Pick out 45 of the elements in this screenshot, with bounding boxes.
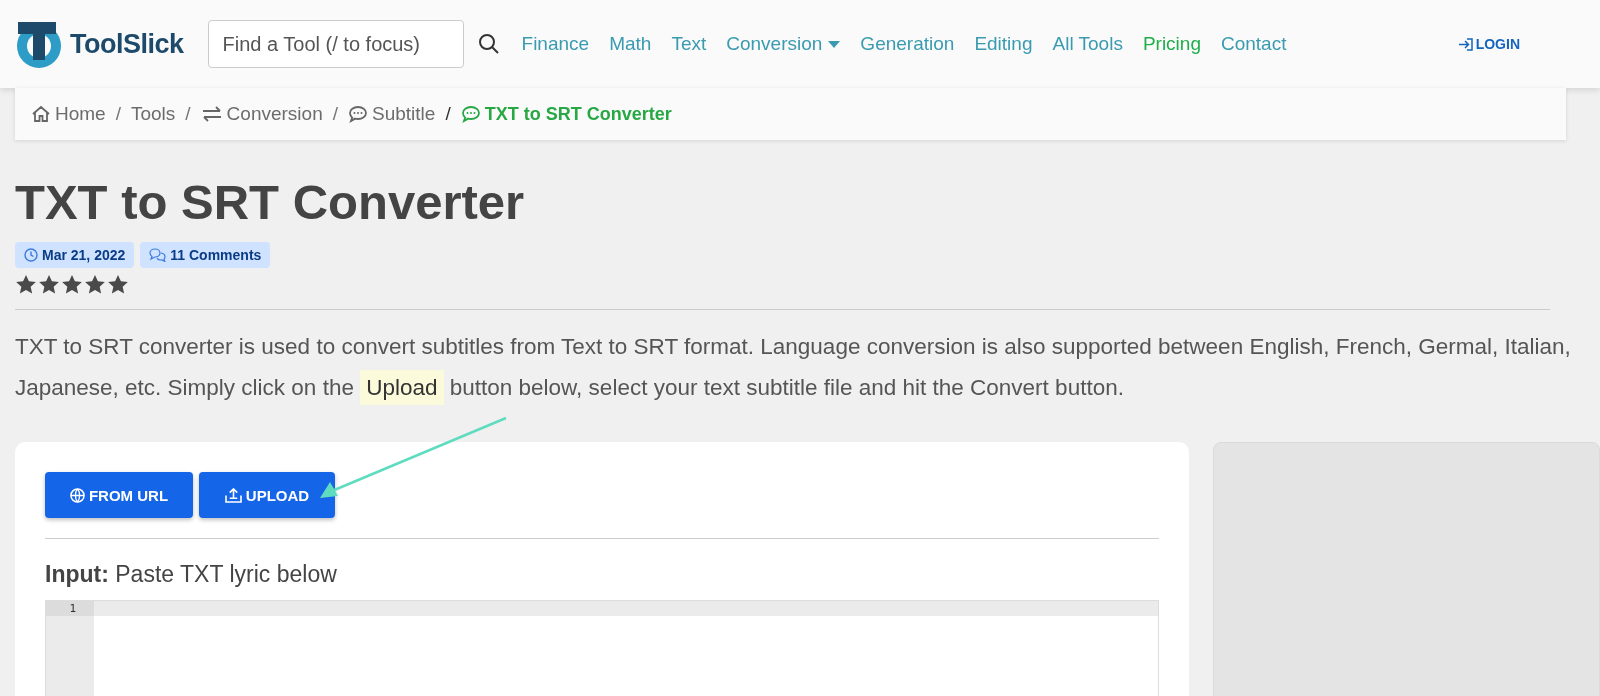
breadcrumb-link[interactable]: Tools [130, 103, 176, 125]
comment-icon [460, 105, 481, 123]
nav-link[interactable]: Text [671, 33, 707, 55]
star-icon [84, 274, 106, 295]
star-icon [107, 274, 129, 295]
star-icon [38, 274, 60, 295]
exchange-icon [200, 105, 223, 123]
line-number: 1 [46, 601, 94, 616]
nav-link[interactable]: Finance [521, 33, 590, 55]
nav-link[interactable]: Conversion [726, 33, 841, 55]
upload-button[interactable]: UPLOAD [199, 472, 335, 518]
comment-icon [348, 105, 368, 123]
text-editor[interactable]: 1 [45, 600, 1159, 696]
breadcrumb-separator: / [332, 103, 338, 125]
nav-link[interactable]: Generation [860, 33, 955, 55]
star-icon [61, 274, 83, 295]
date-badge: Mar 21, 2022 [15, 242, 135, 268]
home-icon [31, 105, 51, 123]
login-link[interactable]: LOGIN [1457, 36, 1520, 52]
globe-icon [69, 487, 85, 503]
breadcrumb-separator: / [185, 103, 191, 125]
page-title: TXT to SRT Converter [15, 174, 526, 230]
breadcrumb-separator: / [115, 103, 121, 125]
nav-link[interactable]: All Tools [1052, 33, 1123, 55]
upload-icon [224, 487, 242, 503]
from-url-button[interactable]: FROM URL [45, 472, 193, 518]
nav-link[interactable]: Math [609, 33, 652, 55]
search-icon[interactable] [477, 33, 500, 55]
breadcrumb-link[interactable]: Conversion [200, 103, 323, 125]
logo-text[interactable]: ToolSlick [70, 28, 184, 60]
nav-link[interactable]: Contact [1220, 33, 1287, 55]
sign-in-icon [1457, 37, 1473, 51]
breadcrumb-link[interactable]: Subtitle [348, 103, 436, 125]
nav-link[interactable]: Editing [974, 33, 1033, 55]
nav-link[interactable]: Pricing [1142, 33, 1201, 55]
breadcrumb-link[interactable]: Home [31, 103, 106, 125]
search-field[interactable]: Find a Tool (/ to focus) [207, 20, 464, 68]
comments-icon [149, 248, 167, 262]
breadcrumb-separator: / [445, 103, 451, 125]
star-icon [15, 274, 37, 295]
breadcrumb-link[interactable]: TXT to SRT Converter [460, 103, 672, 125]
clock-icon [24, 248, 38, 262]
description-text: TXT to SRT converter is used to convert subtitles from Text to SRT format. Language conversion is also supported between English, French, Germal, Italian, Japanese, etc. Simply click on the Upload button below, select your text subtitle file and hit the Convert button. [15, 326, 1575, 408]
input-label: Input: Paste TXT lyric below [45, 561, 338, 588]
comments-badge[interactable]: 11 Comments [140, 242, 271, 268]
